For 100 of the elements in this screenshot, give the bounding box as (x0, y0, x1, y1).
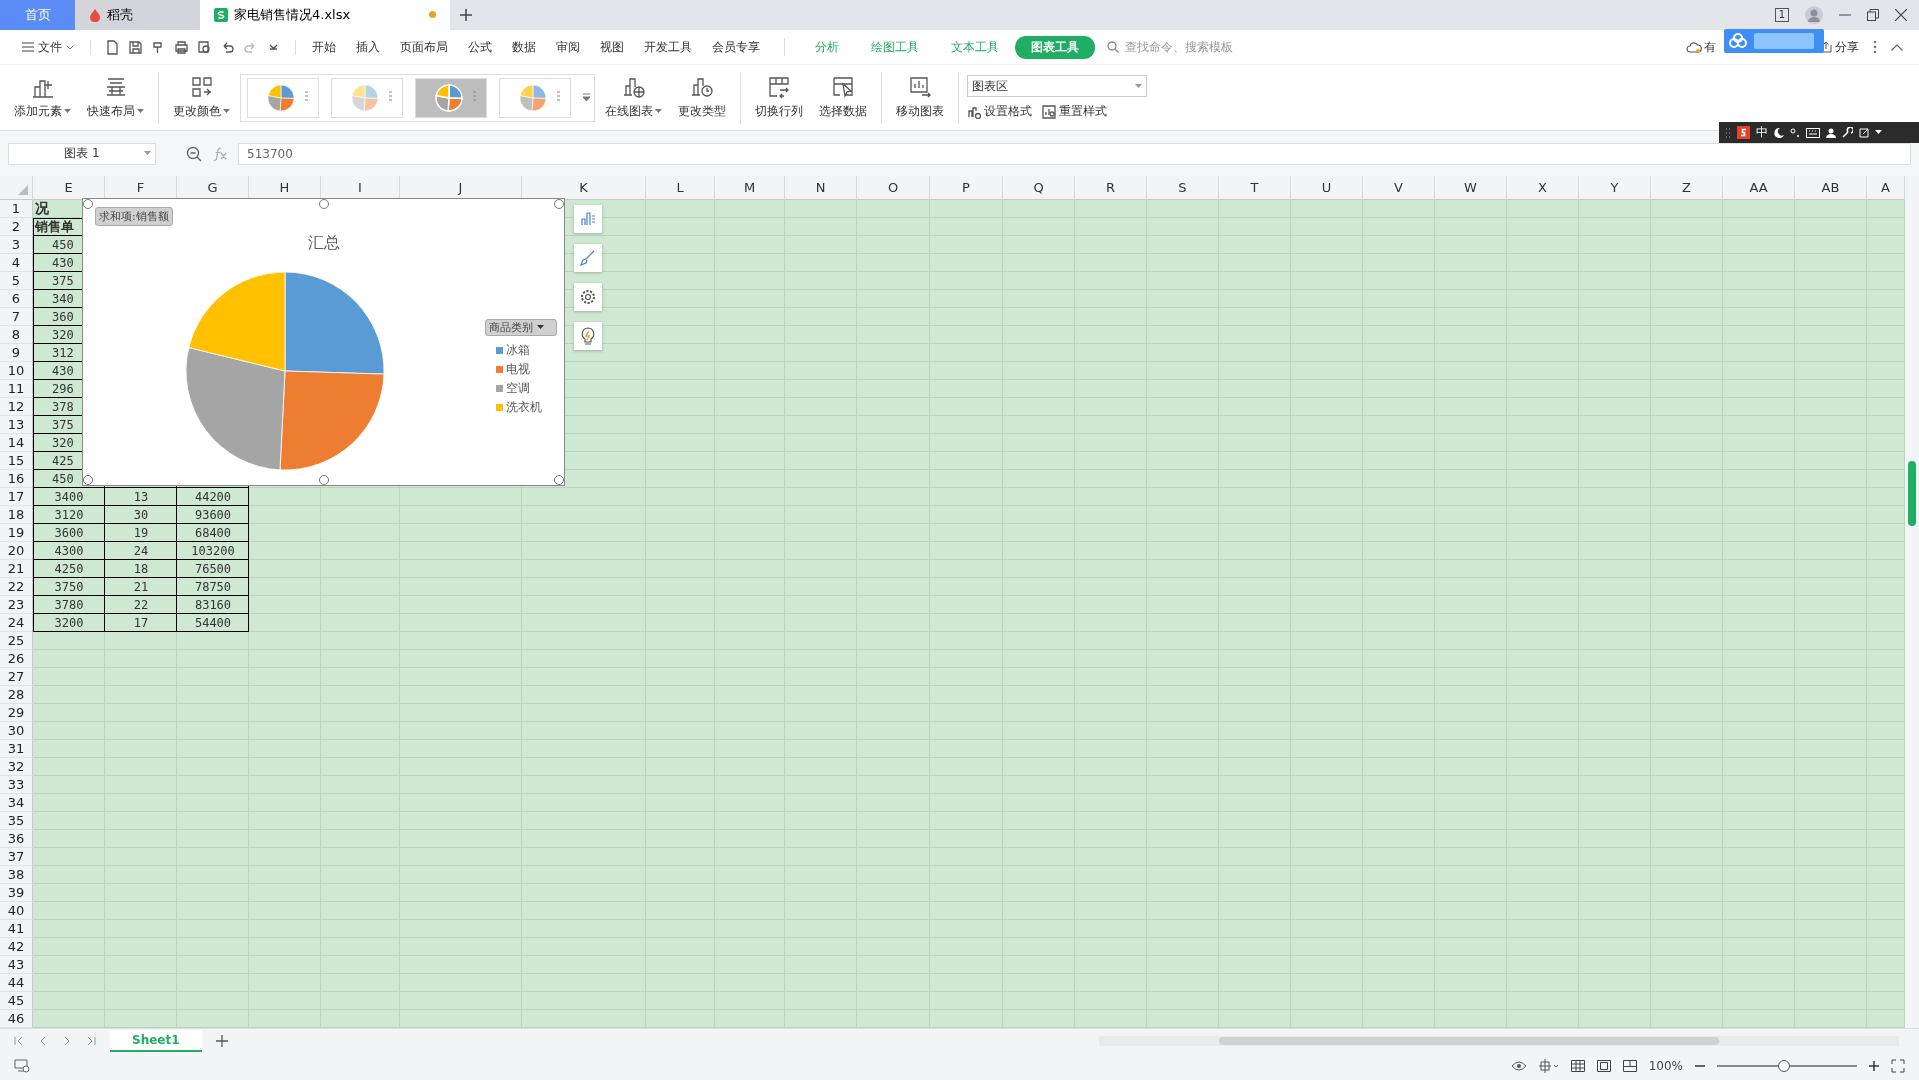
row-header[interactable]: 5 (0, 272, 33, 291)
ribbon-button[interactable]: 在线图表 (599, 71, 668, 125)
search-field[interactable]: 查找命令、搜索模板 (1107, 39, 1253, 56)
row-header[interactable]: 44 (0, 974, 33, 993)
column-header[interactable]: E (33, 176, 105, 201)
column-header[interactable]: O (857, 176, 930, 201)
document-tab[interactable]: 家电销售情况4.xlsx (200, 0, 450, 30)
ribbon-tab[interactable]: 审阅 (546, 35, 590, 59)
upload-popup[interactable] (1724, 29, 1824, 53)
cloud-status[interactable]: 有 (1686, 38, 1716, 56)
avatar-icon[interactable] (1805, 5, 1823, 24)
row-header[interactable]: 25 (0, 632, 33, 651)
column-header[interactable]: H (249, 176, 321, 201)
column-header[interactable]: V (1363, 176, 1435, 201)
ribbon-tab[interactable]: 会员专享 (702, 35, 770, 59)
row-header[interactable]: 28 (0, 686, 33, 705)
row-header[interactable]: 8 (0, 326, 33, 345)
row-header[interactable]: 33 (0, 776, 33, 795)
row-header[interactable]: 31 (0, 740, 33, 759)
column-header[interactable]: AA (1723, 176, 1795, 201)
column-header[interactable]: R (1075, 176, 1147, 201)
ribbon-button[interactable]: 添加元素 (8, 71, 77, 125)
fullscreen-icon[interactable] (1891, 1059, 1905, 1074)
row-header[interactable]: 35 (0, 812, 33, 831)
formula-field[interactable]: 513700 (238, 142, 1911, 165)
zoom-in-icon[interactable] (1869, 1061, 1879, 1072)
column-header[interactable]: S (1147, 176, 1219, 201)
column-header[interactable]: F (105, 176, 177, 201)
row-header[interactable]: 11 (0, 380, 33, 399)
macro-icon[interactable] (14, 1059, 30, 1074)
column-header[interactable]: I (321, 176, 400, 201)
close-icon[interactable] (1895, 8, 1907, 21)
horizontal-scrollbar[interactable] (1099, 1035, 1899, 1046)
user-icon[interactable] (1826, 127, 1836, 138)
ribbon-tab[interactable]: 数据 (502, 35, 546, 59)
previous-sheet-icon[interactable] (38, 1035, 48, 1046)
page-layout-icon[interactable] (1596, 1060, 1611, 1073)
more-icon[interactable] (1873, 40, 1877, 55)
row-header[interactable]: 34 (0, 794, 33, 813)
resize-handle[interactable] (83, 475, 93, 486)
row-header[interactable]: 43 (0, 956, 33, 975)
resize-handle[interactable] (319, 475, 329, 486)
column-header[interactable]: W (1435, 176, 1507, 201)
name-box[interactable]: 图表 1 (8, 142, 156, 165)
row-header[interactable]: 41 (0, 920, 33, 939)
eye-icon[interactable] (1510, 1060, 1527, 1073)
column-header[interactable]: U (1291, 176, 1363, 201)
ribbon-button[interactable]: 快速布局 (81, 71, 150, 125)
row-header[interactable]: 4 (0, 254, 33, 273)
window-count-badge[interactable]: 1 (1774, 7, 1789, 22)
row-header[interactable]: 6 (0, 290, 33, 309)
row-header[interactable]: 20 (0, 542, 33, 561)
chart-style-thumbnail[interactable] (499, 77, 571, 118)
chart-style-thumbnail[interactable] (415, 77, 487, 118)
column-header[interactable]: N (785, 176, 857, 201)
column-header[interactable]: T (1219, 176, 1291, 201)
chart-tool-button[interactable] (574, 283, 602, 312)
zoom-level[interactable]: 100% (1648, 1059, 1683, 1074)
chart-area[interactable]: 求和项:销售额 汇总 商品类别 冰箱 电视 空调 洗衣机 (82, 198, 565, 487)
collapse-icon[interactable] (1891, 43, 1903, 51)
input-mode[interactable]: 中 (1756, 124, 1768, 141)
row-header[interactable]: 9 (0, 344, 33, 363)
row-header[interactable]: 39 (0, 884, 33, 903)
keyboard-icon[interactable] (1806, 127, 1820, 138)
more-styles-icon[interactable] (583, 92, 590, 103)
pie-slice[interactable] (185, 347, 286, 471)
row-header[interactable]: 40 (0, 902, 33, 921)
ribbon-button[interactable]: 切换行列 (749, 71, 809, 125)
new-file-icon[interactable] (105, 39, 120, 55)
row-header[interactable]: 37 (0, 848, 33, 867)
function-icon[interactable] (212, 146, 228, 161)
field-button[interactable]: 商品类别 (485, 319, 557, 337)
field-button[interactable]: 求和项:销售额 (95, 207, 173, 227)
row-header[interactable]: 30 (0, 722, 33, 741)
column-header[interactable]: L (646, 176, 715, 201)
chart-tool-button[interactable] (574, 322, 602, 351)
column-header[interactable]: M (715, 176, 785, 201)
column-header[interactable]: Q (1003, 176, 1075, 201)
expand-icon[interactable] (1859, 127, 1869, 138)
row-header[interactable]: 17 (0, 488, 33, 507)
logo-icon[interactable] (1737, 126, 1750, 139)
pie-slice[interactable] (284, 272, 385, 375)
ribbon-tab[interactable]: 页面布局 (390, 35, 458, 59)
ribbon-tab[interactable]: 开发工具 (634, 35, 702, 59)
print-icon[interactable] (174, 39, 189, 55)
column-header[interactable]: J (400, 176, 522, 201)
column-header[interactable]: P (930, 176, 1003, 201)
ribbon-button[interactable]: 设置格式 (967, 103, 1032, 121)
ribbon-button[interactable]: 移动图表 (890, 71, 950, 125)
row-header[interactable]: 26 (0, 650, 33, 669)
column-header[interactable]: Y (1579, 176, 1651, 201)
row-header[interactable]: 1 (0, 200, 33, 219)
moon-icon[interactable] (1774, 127, 1784, 138)
row-header[interactable]: 42 (0, 938, 33, 957)
column-header[interactable]: G (177, 176, 249, 201)
next-sheet-icon[interactable] (62, 1035, 72, 1046)
row-header[interactable]: 46 (0, 1010, 33, 1029)
zoom-icon[interactable] (186, 145, 202, 162)
row-header[interactable]: 32 (0, 758, 33, 777)
row-header[interactable]: 36 (0, 830, 33, 849)
